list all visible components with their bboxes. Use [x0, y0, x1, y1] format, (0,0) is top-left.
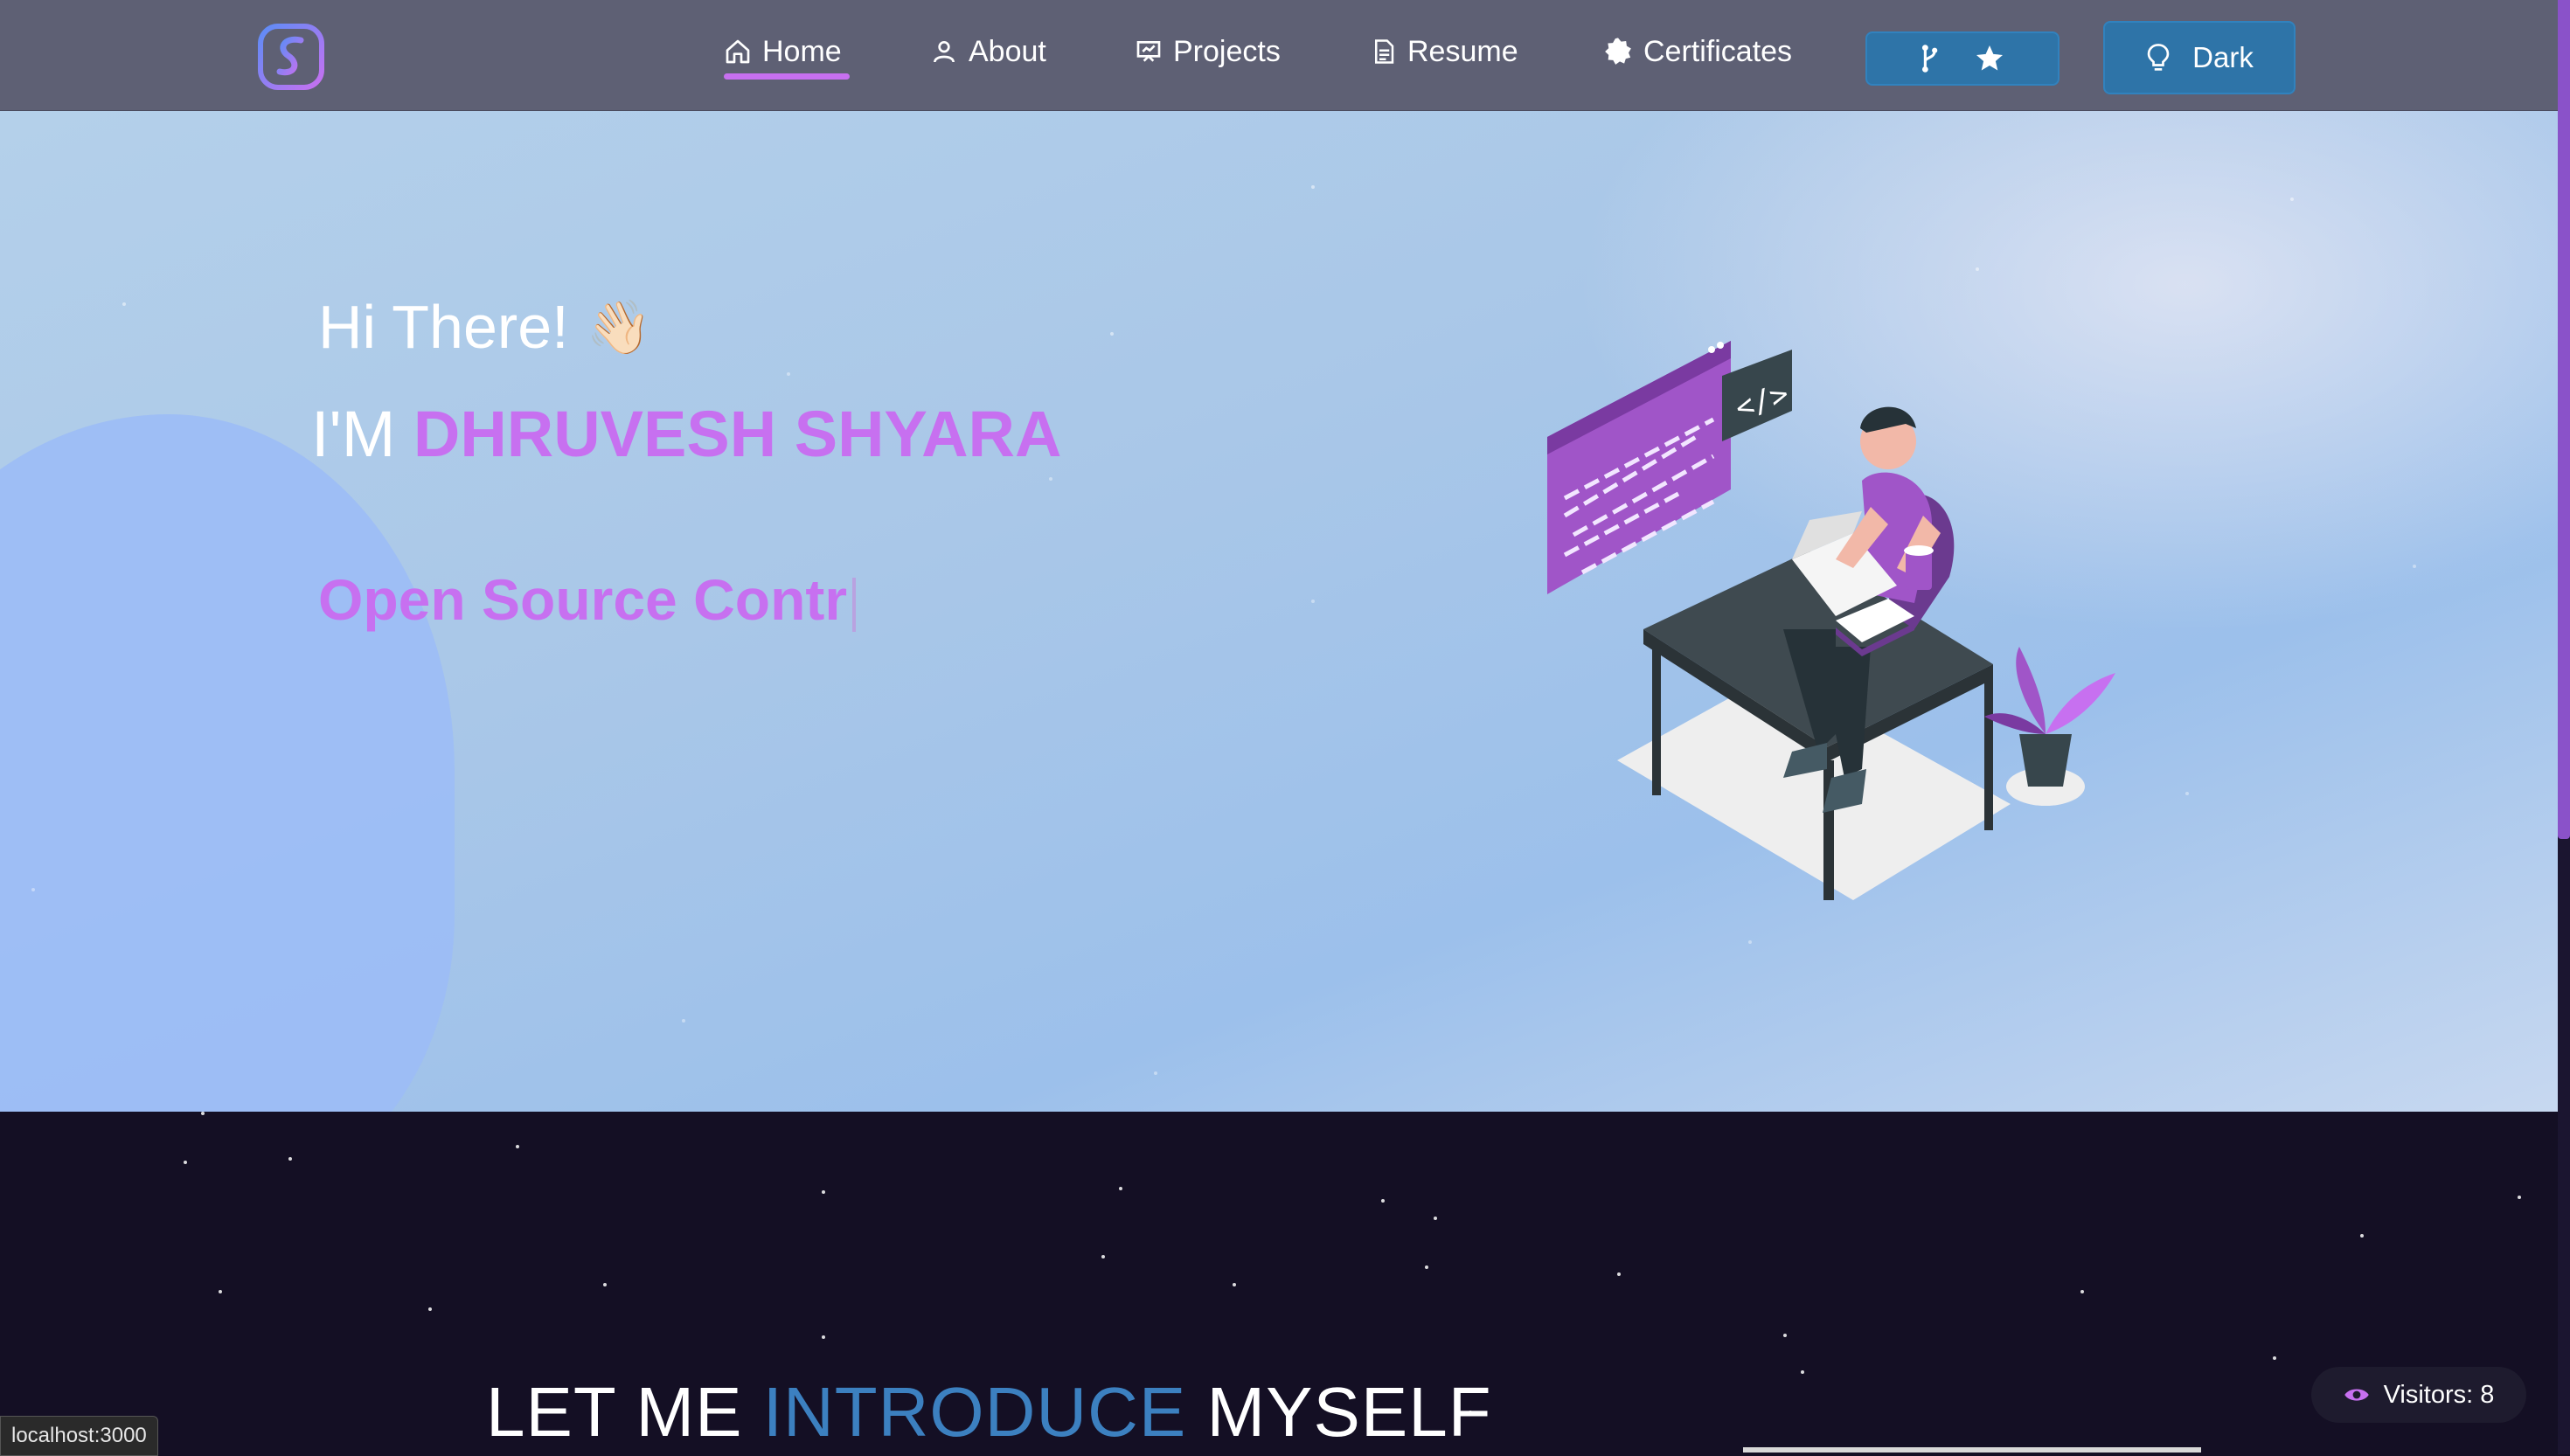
- scrollbar-thumb[interactable]: [2558, 0, 2570, 839]
- about-heading-accent: INTRODUCE: [762, 1373, 1187, 1451]
- star: [1101, 1255, 1105, 1258]
- visitor-count: Visitors: 8: [2383, 1380, 2495, 1409]
- star: [1434, 1217, 1437, 1220]
- page-scrollbar[interactable]: [2558, 0, 2570, 1454]
- star: [516, 1145, 519, 1148]
- theme-toggle-label: Dark: [2192, 41, 2254, 73]
- typewriter-text: Open Source Contr: [318, 566, 857, 633]
- about-heading: LET ME INTRODUCE MYSELF: [486, 1372, 1492, 1453]
- star: [1425, 1265, 1428, 1269]
- star: [822, 1335, 825, 1339]
- greeting-text: Hi There!: [318, 293, 569, 361]
- star: [2185, 792, 2189, 795]
- hero-name: DHRUVESH SHYARA: [413, 398, 1062, 470]
- star: [822, 1190, 825, 1194]
- hero-name-line: I'M DHRUVESH SHYARA: [311, 397, 1061, 471]
- nav-certificates-label: Certificates: [1643, 34, 1793, 68]
- nav-item-about[interactable]: About: [930, 30, 1046, 73]
- nav-item-certificates[interactable]: Certificates: [1603, 30, 1792, 73]
- lightbulb-icon: [2147, 44, 2170, 71]
- nav-projects-label: Projects: [1173, 34, 1281, 68]
- star: [31, 888, 35, 891]
- star: [2518, 1196, 2521, 1199]
- star: [1381, 1199, 1385, 1203]
- badge-icon: [1605, 38, 1631, 65]
- document-icon: [1375, 39, 1394, 64]
- typing-cursor: [852, 577, 857, 632]
- git-fork-icon: [1921, 45, 1938, 73]
- logo-icon[interactable]: [257, 23, 325, 91]
- star-icon: [1976, 45, 2003, 71]
- nav-home-label: Home: [762, 34, 842, 68]
- hero-greeting: Hi There! 👋🏻: [318, 292, 651, 362]
- typed-text: Open Source Contr: [318, 567, 848, 632]
- star: [1110, 332, 1114, 336]
- star: [2080, 1290, 2084, 1293]
- star: [2290, 198, 2294, 201]
- star: [428, 1307, 432, 1311]
- wave-emoji: 👋🏻: [586, 297, 652, 357]
- star: [1617, 1272, 1621, 1276]
- star: [1783, 1334, 1787, 1337]
- nav-resume-label: Resume: [1407, 34, 1518, 68]
- star: [184, 1161, 187, 1164]
- star: [122, 302, 126, 306]
- hero-blob-decoration: [0, 414, 455, 1112]
- star: [787, 372, 790, 376]
- star: [1049, 477, 1052, 481]
- about-heading-end: MYSELF: [1206, 1373, 1492, 1451]
- navbar: Home About Projects Resume Certificates …: [0, 0, 2558, 111]
- star: [1119, 1187, 1122, 1190]
- visitor-counter: Visitors: 8: [2311, 1367, 2526, 1423]
- theme-toggle-button[interactable]: Dark: [2103, 21, 2296, 94]
- eye-icon: [2344, 1389, 2369, 1401]
- nav-about-label: About: [969, 34, 1046, 68]
- status-url: localhost:3000: [11, 1424, 147, 1447]
- star: [2273, 1356, 2276, 1360]
- github-fork-star-button[interactable]: [1865, 31, 2059, 86]
- star: [1748, 940, 1752, 944]
- active-nav-indicator: [724, 73, 850, 80]
- star: [603, 1283, 607, 1286]
- star: [2360, 1234, 2364, 1238]
- star: [1801, 1370, 1804, 1374]
- star: [219, 1290, 222, 1293]
- star: [1154, 1071, 1157, 1075]
- about-heading-start: LET ME: [486, 1373, 743, 1451]
- star: [682, 1019, 685, 1023]
- star: [288, 1157, 292, 1161]
- nav-item-home[interactable]: Home: [724, 30, 842, 73]
- star: [1311, 185, 1315, 189]
- presentation-icon: [1136, 40, 1161, 62]
- user-icon: [934, 41, 955, 63]
- nav-item-resume[interactable]: Resume: [1371, 30, 1518, 73]
- star: [1233, 1283, 1236, 1286]
- star: [2413, 565, 2416, 568]
- star: [1311, 600, 1315, 603]
- browser-status-bar: localhost:3000: [0, 1416, 158, 1456]
- home-icon: [726, 39, 750, 64]
- about-image-edge: [1743, 1447, 2201, 1453]
- nav-item-projects[interactable]: Projects: [1135, 30, 1281, 73]
- star: [201, 1112, 205, 1115]
- name-prefix: I'M: [311, 398, 396, 470]
- developer-illustration: </>: [1547, 341, 2115, 900]
